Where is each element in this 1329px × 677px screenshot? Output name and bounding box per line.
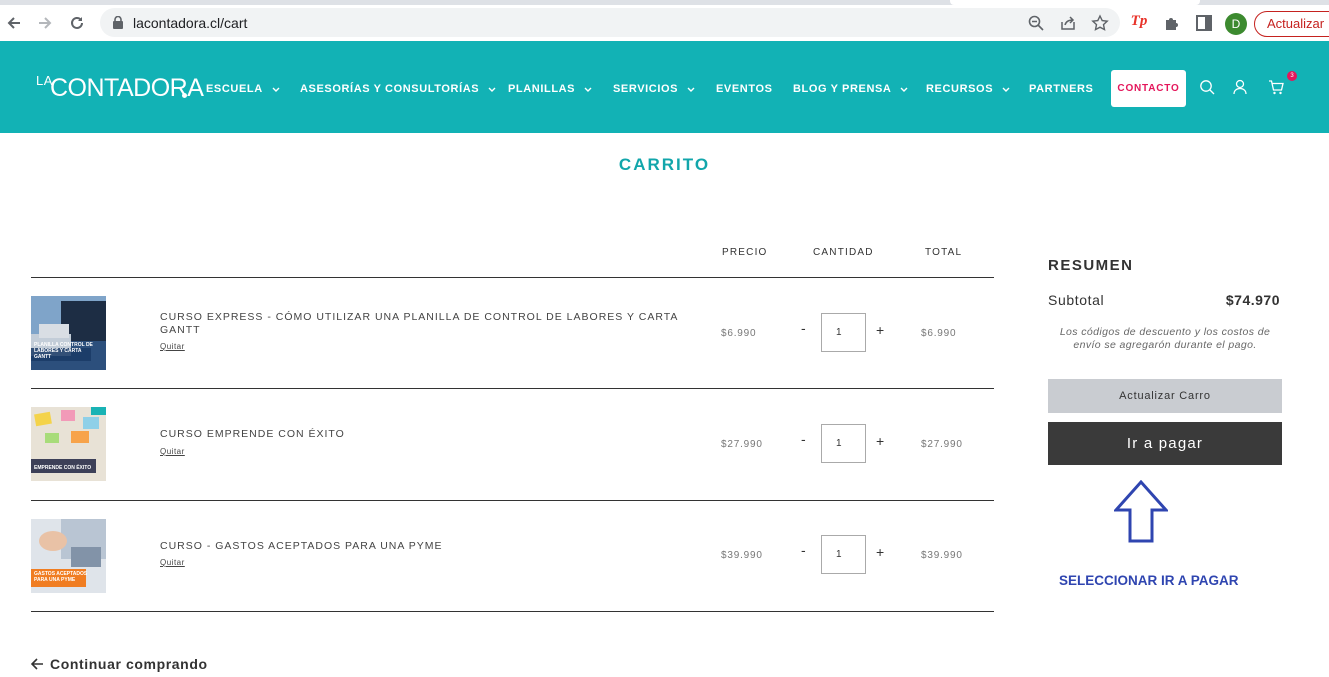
qty-decrease-button[interactable]: - <box>801 431 806 447</box>
arrow-left-icon <box>31 658 43 670</box>
contact-button[interactable]: CONTACTO <box>1111 70 1186 107</box>
nav-label: PARTNERS <box>1029 83 1094 95</box>
browser-toolbar: lacontadora.cl/cart Tp D Actualizar <box>0 5 1329 41</box>
zoom-icon[interactable] <box>1027 14 1045 32</box>
product-name[interactable]: CURSO EXPRESS - CÓMO UTILIZAR UNA PLANIL… <box>160 311 680 337</box>
chevron-down-icon <box>584 87 592 92</box>
nav-label: EVENTOS <box>716 83 773 95</box>
table-divider <box>31 277 994 278</box>
annotation-up-arrow-icon <box>1114 480 1168 543</box>
subtotal-label: Subtotal <box>1048 292 1105 308</box>
item-price: $6.990 <box>721 328 757 339</box>
cart-count-badge: 3 <box>1287 71 1297 81</box>
nav-label: BLOG Y PRENSA <box>793 83 892 95</box>
nav-label: ESCUELA <box>206 83 263 95</box>
chevron-down-icon <box>1002 87 1010 92</box>
qty-decrease-button[interactable]: - <box>801 320 806 336</box>
nav-servicios[interactable]: SERVICIOS <box>613 83 695 95</box>
item-total: $39.990 <box>921 550 963 561</box>
chevron-down-icon <box>687 87 695 92</box>
chevron-down-icon <box>488 87 496 92</box>
checkout-button[interactable]: Ir a pagar <box>1048 422 1282 465</box>
quantity-input[interactable]: 1 <box>821 535 866 574</box>
nav-blog-prensa[interactable]: BLOG Y PRENSA <box>793 83 908 95</box>
user-account-icon[interactable] <box>1232 79 1248 95</box>
search-icon[interactable] <box>1199 79 1215 95</box>
summary-note: Los códigos de descuento y los costos de… <box>1059 326 1271 351</box>
nav-asesorias[interactable]: ASESORÍAS Y CONSULTORÍAS <box>300 83 496 95</box>
profile-avatar[interactable]: D <box>1225 13 1247 35</box>
page-title: CARRITO <box>618 155 711 174</box>
column-total: TOTAL <box>925 247 963 258</box>
thumbnail-caption: PLANILLA CONTROL DE LABORES Y CARTA GANT… <box>34 342 93 360</box>
nav-label: SERVICIOS <box>613 83 679 95</box>
reload-icon[interactable] <box>66 12 88 34</box>
row-divider <box>31 500 994 501</box>
product-thumbnail[interactable]: PLANILLA CONTROL DE LABORES Y CARTA GANT… <box>31 296 106 370</box>
nav-partners[interactable]: PARTNERS <box>1029 83 1094 95</box>
qty-decrease-button[interactable]: - <box>801 542 806 558</box>
tp-extension-icon[interactable]: Tp <box>1130 12 1148 30</box>
nav-label: RECURSOS <box>926 83 994 95</box>
chevron-down-icon <box>272 87 280 92</box>
nav-label: ASESORÍAS Y CONSULTORÍAS <box>300 83 480 95</box>
site-header: LA CONTADORA ESCUELA ASESORÍAS Y CONSULT… <box>0 41 1329 133</box>
annotation-text: SELECCIONAR IR A PAGAR <box>1059 573 1239 588</box>
cart-icon[interactable] <box>1268 79 1284 95</box>
remove-link[interactable]: Quitar <box>160 342 185 351</box>
logo-dot <box>182 93 187 98</box>
chevron-down-icon <box>900 87 908 92</box>
item-price: $39.990 <box>721 550 763 561</box>
product-thumbnail[interactable]: EMPRENDE CON ÉXITO <box>31 407 106 481</box>
nav-planillas[interactable]: PLANILLAS <box>508 83 592 95</box>
browser-update-button[interactable]: Actualizar <box>1254 11 1329 37</box>
nav-escuela[interactable]: ESCUELA <box>206 83 280 95</box>
forward-icon[interactable] <box>34 12 56 34</box>
share-icon[interactable] <box>1059 14 1077 32</box>
back-icon[interactable] <box>3 12 25 34</box>
column-quantity: CANTIDAD <box>813 247 874 258</box>
continue-shopping-label: Continuar comprando <box>50 656 208 672</box>
quantity-input[interactable]: 1 <box>821 313 866 352</box>
address-bar[interactable]: lacontadora.cl/cart <box>100 8 1120 37</box>
side-panel-icon[interactable] <box>1195 14 1213 32</box>
nav-recursos[interactable]: RECURSOS <box>926 83 1010 95</box>
summary-title: RESUMEN <box>1048 257 1134 274</box>
lock-icon <box>113 16 123 29</box>
qty-increase-button[interactable]: + <box>876 544 884 560</box>
item-total: $6.990 <box>921 328 957 339</box>
product-thumbnail[interactable]: GASTOS ACEPTADOS PARA UNA PYME <box>31 519 106 593</box>
remove-link[interactable]: Quitar <box>160 558 185 567</box>
url-text: lacontadora.cl/cart <box>133 15 248 31</box>
continue-shopping-link[interactable]: Continuar comprando <box>31 656 208 672</box>
thumbnail-caption: GASTOS ACEPTADOS PARA UNA PYME <box>34 571 88 583</box>
remove-link[interactable]: Quitar <box>160 447 185 456</box>
subtotal-value: $74.970 <box>1225 292 1280 308</box>
row-divider <box>31 388 994 389</box>
thumbnail-caption: EMPRENDE CON ÉXITO <box>34 465 92 471</box>
bookmark-star-icon[interactable] <box>1091 14 1109 32</box>
logo-contadora: CONTADORA <box>50 74 204 102</box>
quantity-input[interactable]: 1 <box>821 424 866 463</box>
product-name[interactable]: CURSO EMPRENDE CON ÉXITO <box>160 428 680 441</box>
update-cart-button[interactable]: Actualizar Carro <box>1048 379 1282 413</box>
row-divider <box>31 611 994 612</box>
column-price: PRECIO <box>722 247 768 258</box>
product-name[interactable]: CURSO - GASTOS ACEPTADOS PARA UNA PYME <box>160 540 680 553</box>
nav-label: PLANILLAS <box>508 83 576 95</box>
qty-increase-button[interactable]: + <box>876 322 884 338</box>
extensions-puzzle-icon[interactable] <box>1163 14 1181 32</box>
nav-eventos[interactable]: EVENTOS <box>716 83 773 95</box>
item-total: $27.990 <box>921 439 963 450</box>
qty-increase-button[interactable]: + <box>876 433 884 449</box>
item-price: $27.990 <box>721 439 763 450</box>
